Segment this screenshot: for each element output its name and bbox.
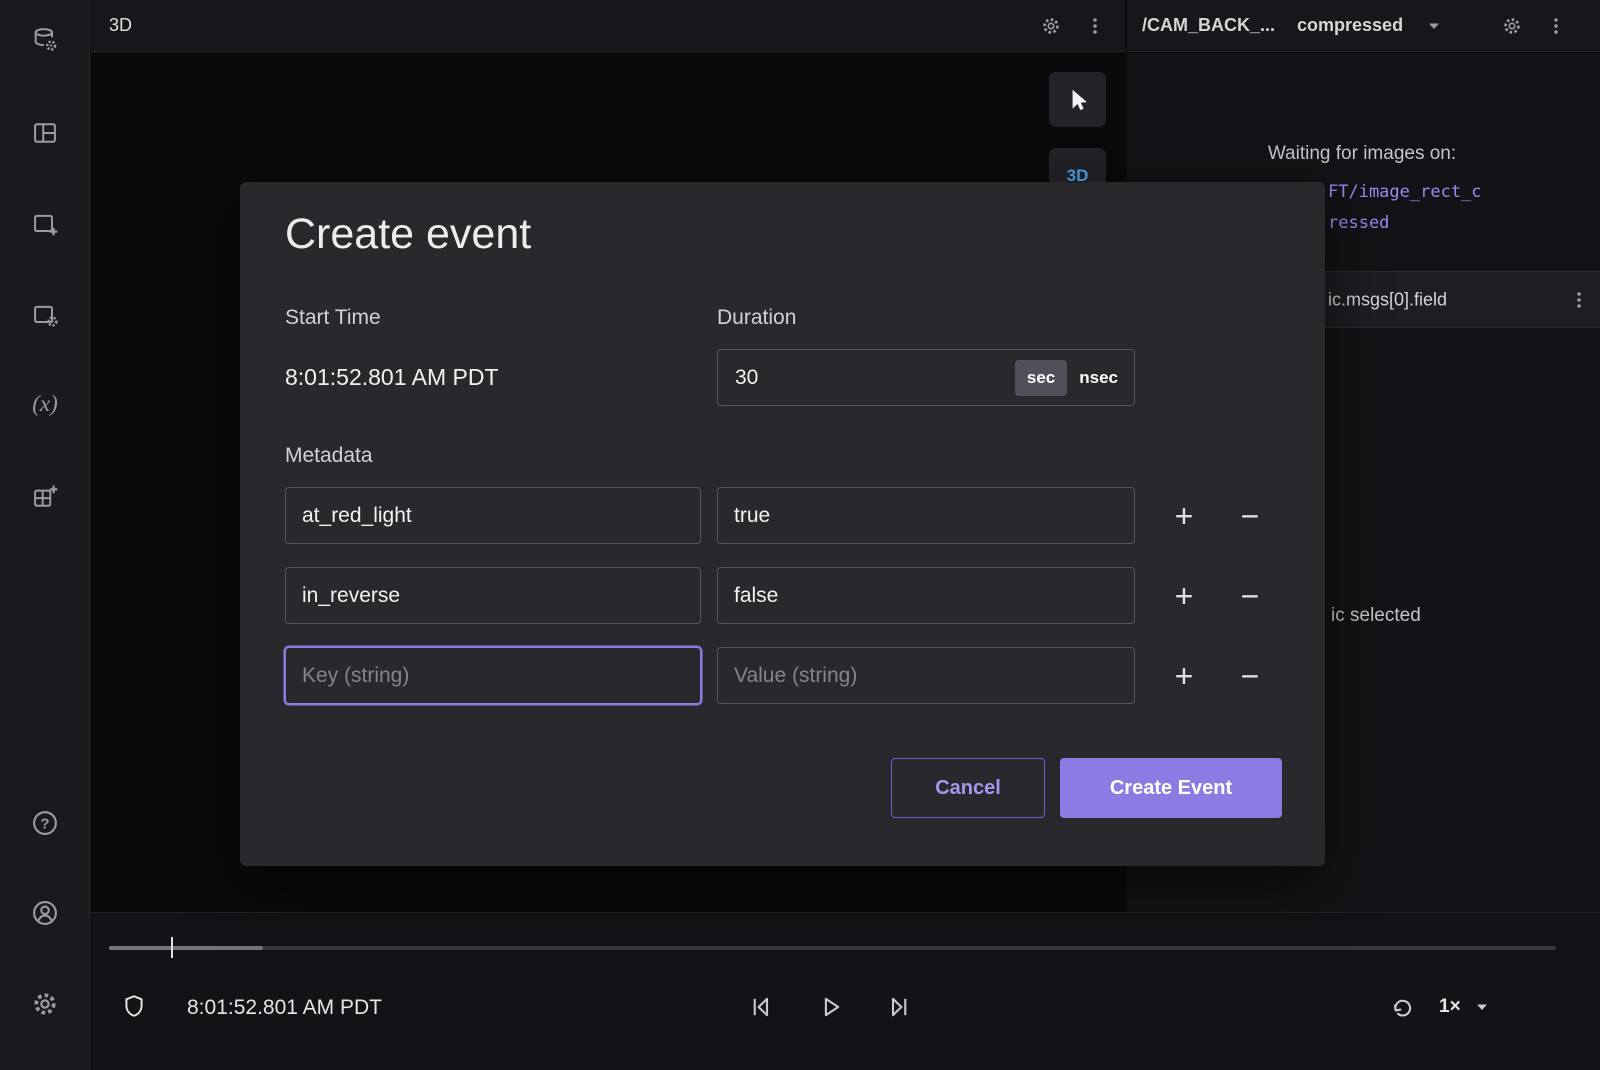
sidebar-item-account[interactable] (23, 891, 67, 935)
image-topic-path-line1: FT/image_rect_c (1328, 182, 1482, 202)
add-panel-icon (31, 210, 59, 238)
chevron-down-icon (1427, 21, 1441, 31)
remove-row-button[interactable]: − (1228, 654, 1272, 698)
add-row-button[interactable]: + (1162, 494, 1206, 538)
timeline-scrubber[interactable] (109, 946, 1556, 950)
duration-unit-nsec-button[interactable]: nsec (1079, 368, 1118, 388)
panel-settings-button[interactable] (1037, 12, 1065, 40)
play-button[interactable] (808, 985, 852, 1029)
chevron-down-icon (1475, 1002, 1489, 1012)
image-topic-select[interactable]: /CAM_BACK_... compressed (1142, 15, 1441, 36)
sidebar-item-help[interactable]: ? (23, 801, 67, 845)
message-path-menu-button[interactable] (1565, 286, 1593, 314)
account-icon (30, 898, 60, 928)
start-time-label: Start Time (285, 306, 381, 330)
pointer-tool-button[interactable] (1049, 72, 1106, 127)
variables-icon: (x) (32, 391, 58, 417)
image-topic-label: /CAM_BACK_... (1142, 15, 1275, 36)
plus-icon: + (1175, 580, 1194, 612)
cancel-button[interactable]: Cancel (891, 758, 1045, 818)
sidebar-item-extensions[interactable] (23, 475, 67, 519)
panel-menu-button[interactable] (1081, 12, 1109, 40)
image-panel-menu-button[interactable] (1542, 12, 1570, 40)
playback-speed-select[interactable]: 1× (1439, 985, 1489, 1029)
kebab-menu-icon (1546, 16, 1566, 36)
sidebar-item-data-source-settings[interactable] (23, 18, 67, 62)
playback-speed-value: 1× (1439, 996, 1461, 1018)
remove-row-button[interactable]: − (1228, 574, 1272, 618)
waiting-for-images-text: Waiting for images on: (1137, 143, 1587, 165)
image-panel-header: /CAM_BACK_... compressed (1126, 0, 1600, 52)
skip-to-start-icon (746, 993, 774, 1021)
add-row-button[interactable]: + (1162, 654, 1206, 698)
play-icon (816, 993, 844, 1021)
minus-icon: − (1241, 580, 1260, 612)
plus-icon: + (1175, 500, 1194, 532)
sidebar-item-layouts[interactable] (23, 111, 67, 155)
image-topic-path-line2: ressed (1328, 213, 1389, 233)
layouts-icon (31, 119, 59, 147)
metadata-row: + − (285, 647, 1272, 704)
extensions-icon (31, 483, 59, 511)
seek-end-button[interactable] (878, 985, 922, 1029)
cursor-arrow-icon (1065, 87, 1091, 113)
loop-button[interactable] (1380, 985, 1424, 1029)
plus-icon: + (1175, 660, 1194, 692)
image-encoding-label: compressed (1297, 15, 1403, 36)
sidebar-item-variables[interactable]: (x) (23, 382, 67, 426)
kebab-menu-icon (1569, 290, 1589, 310)
shield-icon (121, 993, 147, 1019)
panel-settings-icon (31, 301, 59, 329)
settings-gear-icon (30, 989, 60, 1019)
metadata-row: + − (285, 487, 1272, 544)
start-time-value: 8:01:52.801 AM PDT (285, 364, 499, 391)
message-path-label: ic.msgs[0].field (1328, 289, 1447, 310)
metadata-value-input[interactable] (717, 567, 1135, 624)
duration-input[interactable] (718, 366, 1015, 390)
help-icon: ? (30, 808, 60, 838)
remove-row-button[interactable]: − (1228, 494, 1272, 538)
sidebar-item-panel-settings[interactable] (23, 293, 67, 337)
metadata-value-input[interactable] (717, 647, 1135, 704)
viewport-panel-header: 3D (91, 0, 1125, 52)
metadata-row: + − (285, 567, 1272, 624)
minus-icon: − (1241, 500, 1260, 532)
image-panel-settings-button[interactable] (1498, 12, 1526, 40)
create-event-button[interactable]: Create Event (1060, 758, 1282, 818)
kebab-menu-icon (1085, 16, 1105, 36)
metadata-key-input[interactable] (285, 647, 701, 704)
panel-title: 3D (109, 15, 132, 36)
metadata-key-input[interactable] (285, 567, 701, 624)
create-event-dialog: Create event Start Time 8:01:52.801 AM P… (240, 182, 1325, 866)
loop-icon (1388, 993, 1416, 1021)
gear-icon (1040, 15, 1062, 37)
metadata-value-input[interactable] (717, 487, 1135, 544)
left-sidebar: (x) ? (0, 0, 90, 1070)
sidebar-item-app-settings[interactable] (23, 982, 67, 1026)
gear-icon (1501, 15, 1523, 37)
metadata-key-input[interactable] (285, 487, 701, 544)
duration-unit-sec-button[interactable]: sec (1015, 360, 1067, 396)
add-row-button[interactable]: + (1162, 574, 1206, 618)
timeline-loaded-range (109, 946, 263, 950)
sidebar-item-add-panel[interactable] (23, 202, 67, 246)
playback-timestamp: 8:01:52.801 AM PDT (187, 996, 382, 1020)
metadata-label: Metadata (285, 444, 373, 468)
playhead-marker[interactable] (171, 937, 173, 958)
svg-text:?: ? (40, 815, 49, 832)
dialog-title: Create event (285, 210, 531, 259)
seek-start-button[interactable] (738, 985, 782, 1029)
duration-label: Duration (717, 306, 796, 330)
playback-bar: 8:01:52.801 AM PDT (91, 912, 1600, 1070)
app-root: (x) ? (0, 0, 1600, 1070)
topic-selection-status: ic selected (1331, 605, 1421, 627)
duration-field: sec nsec (717, 349, 1135, 406)
minus-icon: − (1241, 660, 1260, 692)
data-source-settings-icon (31, 26, 59, 54)
skip-to-end-icon (886, 993, 914, 1021)
